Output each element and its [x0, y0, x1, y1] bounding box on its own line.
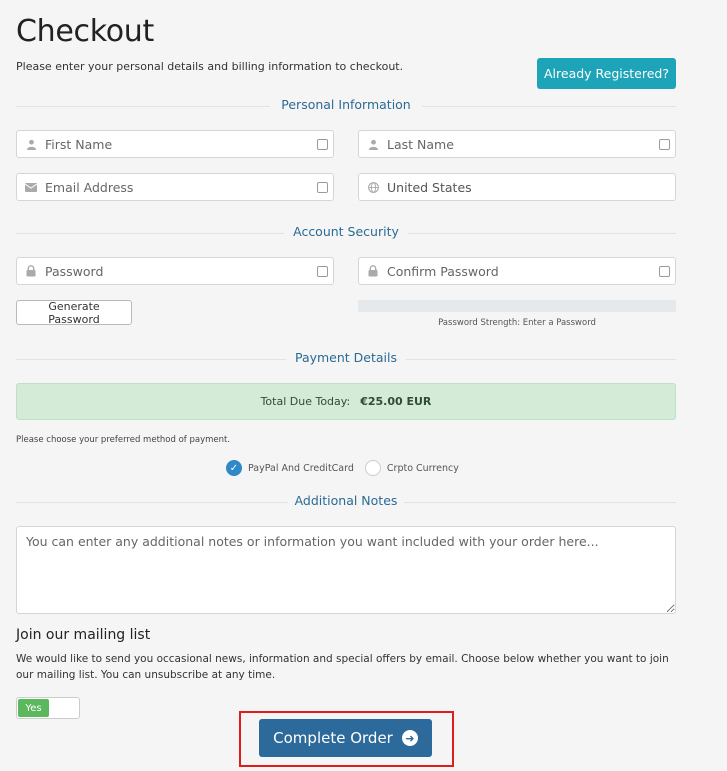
- section-additional-notes: Additional Notes: [16, 493, 676, 513]
- lock-icon: [359, 265, 387, 277]
- mailing-list-title: Join our mailing list: [16, 627, 151, 643]
- email-field[interactable]: [16, 173, 334, 201]
- complete-order-button[interactable]: Complete Order ➜: [259, 719, 432, 757]
- email-input[interactable]: [45, 174, 311, 200]
- already-registered-button[interactable]: Already Registered?: [537, 58, 676, 89]
- confirm-password-field[interactable]: [358, 257, 676, 285]
- country-value: United States: [387, 179, 472, 195]
- password-strength-bar: [358, 300, 676, 312]
- country-select[interactable]: United States: [358, 173, 676, 201]
- password-input[interactable]: [45, 258, 311, 284]
- generate-password-button[interactable]: Generate Password: [16, 300, 132, 326]
- section-title: Account Security: [293, 224, 399, 239]
- user-icon: [17, 139, 45, 150]
- toggle-yes-label: Yes: [18, 699, 49, 717]
- payment-option-paypal[interactable]: PayPal And CreditCard: [248, 463, 354, 474]
- section-account-security: Account Security: [16, 224, 676, 244]
- autofill-icon[interactable]: [653, 265, 675, 277]
- payment-method-options: ✓ PayPal And CreditCard Crpto Currency: [226, 460, 459, 476]
- arrow-right-circle-icon: ➜: [401, 730, 418, 746]
- total-due-amount: €25.00 EUR: [360, 395, 432, 408]
- mailing-list-description: We would like to send you occasional new…: [16, 653, 669, 681]
- mailing-list-toggle[interactable]: Yes: [16, 697, 80, 719]
- autofill-icon[interactable]: [311, 181, 333, 193]
- last-name-field[interactable]: [358, 130, 676, 158]
- payment-method-instruction: Please choose your preferred method of p…: [16, 435, 231, 445]
- section-personal-information: Personal Information: [16, 97, 676, 117]
- section-title: Personal Information: [281, 97, 411, 112]
- radio-unchecked-icon[interactable]: [364, 460, 381, 476]
- first-name-field[interactable]: [16, 130, 334, 158]
- user-icon: [359, 139, 387, 150]
- lock-icon: [17, 265, 45, 277]
- payment-option-crypto[interactable]: Crpto Currency: [387, 463, 459, 474]
- additional-notes-textarea[interactable]: [16, 526, 676, 614]
- envelope-icon: [17, 182, 45, 192]
- password-field[interactable]: [16, 257, 334, 285]
- checkmark-icon[interactable]: ✓: [226, 460, 242, 476]
- autofill-icon[interactable]: [311, 138, 333, 150]
- first-name-input[interactable]: [45, 131, 311, 157]
- globe-icon: [359, 181, 387, 193]
- section-title: Payment Details: [294, 350, 398, 365]
- page-subtitle: Please enter your personal details and b…: [16, 60, 404, 73]
- last-name-input[interactable]: [387, 131, 653, 157]
- page-title: Checkout: [16, 14, 154, 49]
- total-due-label: Total Due Today:: [260, 395, 351, 408]
- autofill-icon[interactable]: [311, 265, 333, 277]
- autofill-icon[interactable]: [653, 138, 675, 150]
- total-due-banner: Total Due Today: €25.00 EUR: [16, 383, 676, 420]
- complete-order-label: Complete Order: [273, 729, 393, 747]
- confirm-password-input[interactable]: [387, 258, 653, 284]
- password-strength-text: Password Strength: Enter a Password: [438, 318, 596, 328]
- section-title: Additional Notes: [294, 493, 398, 508]
- section-payment-details: Payment Details: [16, 350, 676, 370]
